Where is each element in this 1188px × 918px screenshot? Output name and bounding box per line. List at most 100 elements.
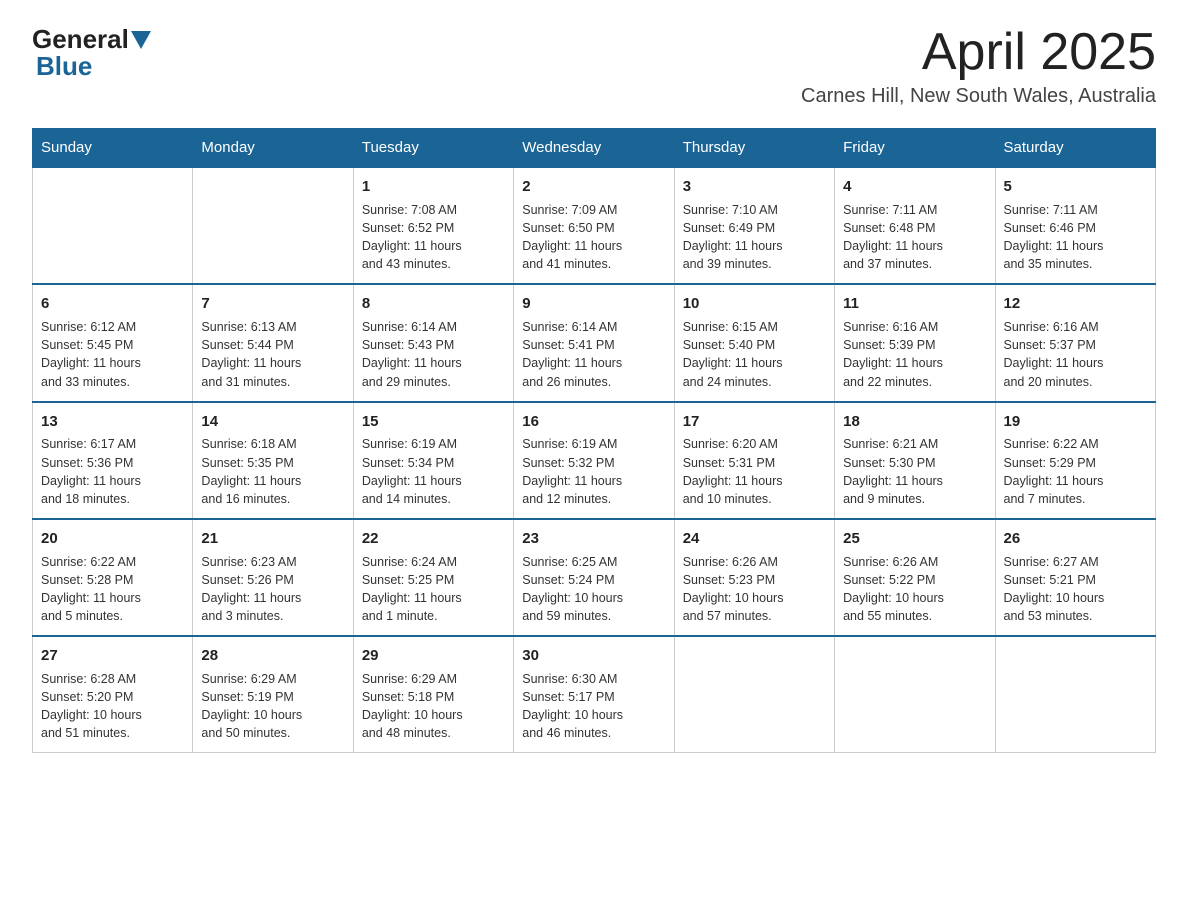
day-number: 29 xyxy=(362,645,505,667)
day-number: 16 xyxy=(522,411,665,433)
day-info: Sunrise: 7:10 AM Sunset: 6:49 PM Dayligh… xyxy=(683,201,826,274)
day-number: 25 xyxy=(843,528,986,550)
day-number: 17 xyxy=(683,411,826,433)
logo: General Blue xyxy=(32,24,153,82)
day-number: 9 xyxy=(522,293,665,315)
calendar-cell: 2 Sunrise: 7:09 AM Sunset: 6:50 PM Daylig… xyxy=(514,167,674,284)
calendar-body: 1 Sunrise: 7:08 AM Sunset: 6:52 PM Daylig… xyxy=(33,167,1156,753)
day-info: Sunrise: 6:18 AM Sunset: 5:35 PM Dayligh… xyxy=(201,435,344,508)
day-number: 4 xyxy=(843,176,986,198)
calendar-cell: 5 Sunrise: 7:11 AM Sunset: 6:46 PM Daylig… xyxy=(995,167,1155,284)
day-info: Sunrise: 6:12 AM Sunset: 5:45 PM Dayligh… xyxy=(41,318,184,391)
day-number: 12 xyxy=(1004,293,1147,315)
day-info: Sunrise: 6:14 AM Sunset: 5:41 PM Dayligh… xyxy=(522,318,665,391)
calendar-cell: 12 Sunrise: 6:16 AM Sunset: 5:37 PM Dayli… xyxy=(995,284,1155,401)
day-number: 6 xyxy=(41,293,184,315)
day-info: Sunrise: 6:22 AM Sunset: 5:29 PM Dayligh… xyxy=(1004,435,1147,508)
calendar-cell: 26 Sunrise: 6:27 AM Sunset: 5:21 PM Dayli… xyxy=(995,519,1155,636)
day-number: 1 xyxy=(362,176,505,198)
day-info: Sunrise: 6:21 AM Sunset: 5:30 PM Dayligh… xyxy=(843,435,986,508)
calendar-day-header: Thursday xyxy=(674,129,834,168)
logo-blue-text: Blue xyxy=(36,51,92,82)
calendar-cell: 14Sunrise: 6:18 AM Sunset: 5:35 PM Dayli… xyxy=(193,402,353,519)
calendar-week-row: 27 Sunrise: 6:28 AM Sunset: 5:20 PM Dayli… xyxy=(33,636,1156,753)
month-title: April 2025 xyxy=(801,24,1156,81)
calendar-day-header: Sunday xyxy=(33,129,193,168)
title-section: April 2025 Carnes Hill, New South Wales,… xyxy=(801,24,1156,108)
calendar-table: SundayMondayTuesdayWednesdayThursdayFrid… xyxy=(32,128,1156,753)
day-number: 21 xyxy=(201,528,344,550)
day-number: 23 xyxy=(522,528,665,550)
calendar-cell xyxy=(835,636,995,753)
calendar-cell: 4 Sunrise: 7:11 AM Sunset: 6:48 PM Daylig… xyxy=(835,167,995,284)
day-info: Sunrise: 6:30 AM Sunset: 5:17 PM Dayligh… xyxy=(522,670,665,743)
day-number: 5 xyxy=(1004,176,1147,198)
day-number: 28 xyxy=(201,645,344,667)
calendar-week-row: 20 Sunrise: 6:22 AM Sunset: 5:28 PM Dayli… xyxy=(33,519,1156,636)
day-info: Sunrise: 6:25 AM Sunset: 5:24 PM Dayligh… xyxy=(522,553,665,626)
calendar-day-header: Tuesday xyxy=(353,129,513,168)
calendar-cell: 27 Sunrise: 6:28 AM Sunset: 5:20 PM Dayli… xyxy=(33,636,193,753)
page-header: General Blue April 2025 Carnes Hill, New… xyxy=(32,24,1156,108)
day-info: Sunrise: 6:19 AM Sunset: 5:32 PM Dayligh… xyxy=(522,435,665,508)
day-info: Sunrise: 6:29 AM Sunset: 5:19 PM Dayligh… xyxy=(201,670,344,743)
day-number: 3 xyxy=(683,176,826,198)
day-info: Sunrise: 6:15 AM Sunset: 5:40 PM Dayligh… xyxy=(683,318,826,391)
day-number: 26 xyxy=(1004,528,1147,550)
day-info: Sunrise: 6:16 AM Sunset: 5:39 PM Dayligh… xyxy=(843,318,986,391)
calendar-cell: 3 Sunrise: 7:10 AM Sunset: 6:49 PM Daylig… xyxy=(674,167,834,284)
calendar-day-header: Saturday xyxy=(995,129,1155,168)
day-info: Sunrise: 7:11 AM Sunset: 6:48 PM Dayligh… xyxy=(843,201,986,274)
day-info: Sunrise: 7:09 AM Sunset: 6:50 PM Dayligh… xyxy=(522,201,665,274)
day-number: 7 xyxy=(201,293,344,315)
calendar-week-row: 1 Sunrise: 7:08 AM Sunset: 6:52 PM Daylig… xyxy=(33,167,1156,284)
day-number: 30 xyxy=(522,645,665,667)
calendar-cell xyxy=(33,167,193,284)
day-number: 8 xyxy=(362,293,505,315)
calendar-cell: 21 Sunrise: 6:23 AM Sunset: 5:26 PM Dayli… xyxy=(193,519,353,636)
calendar-cell: 6 Sunrise: 6:12 AM Sunset: 5:45 PM Daylig… xyxy=(33,284,193,401)
day-info: Sunrise: 6:17 AM Sunset: 5:36 PM Dayligh… xyxy=(41,435,184,508)
day-info: Sunrise: 6:13 AM Sunset: 5:44 PM Dayligh… xyxy=(201,318,344,391)
day-info: Sunrise: 6:16 AM Sunset: 5:37 PM Dayligh… xyxy=(1004,318,1147,391)
day-info: Sunrise: 6:26 AM Sunset: 5:22 PM Dayligh… xyxy=(843,553,986,626)
calendar-week-row: 13Sunrise: 6:17 AM Sunset: 5:36 PM Dayli… xyxy=(33,402,1156,519)
day-number: 11 xyxy=(843,293,986,315)
day-number: 18 xyxy=(843,411,986,433)
calendar-cell xyxy=(193,167,353,284)
calendar-cell: 28 Sunrise: 6:29 AM Sunset: 5:19 PM Dayli… xyxy=(193,636,353,753)
day-info: Sunrise: 6:23 AM Sunset: 5:26 PM Dayligh… xyxy=(201,553,344,626)
logo-triangle-icon xyxy=(131,31,151,49)
day-number: 13 xyxy=(41,411,184,433)
calendar-cell: 10 Sunrise: 6:15 AM Sunset: 5:40 PM Dayli… xyxy=(674,284,834,401)
calendar-cell: 22 Sunrise: 6:24 AM Sunset: 5:25 PM Dayli… xyxy=(353,519,513,636)
day-info: Sunrise: 7:11 AM Sunset: 6:46 PM Dayligh… xyxy=(1004,201,1147,274)
calendar-day-header: Monday xyxy=(193,129,353,168)
calendar-day-header: Wednesday xyxy=(514,129,674,168)
calendar-cell: 16Sunrise: 6:19 AM Sunset: 5:32 PM Dayli… xyxy=(514,402,674,519)
day-info: Sunrise: 6:27 AM Sunset: 5:21 PM Dayligh… xyxy=(1004,553,1147,626)
calendar-week-row: 6 Sunrise: 6:12 AM Sunset: 5:45 PM Daylig… xyxy=(33,284,1156,401)
day-number: 14 xyxy=(201,411,344,433)
day-info: Sunrise: 6:24 AM Sunset: 5:25 PM Dayligh… xyxy=(362,553,505,626)
day-number: 10 xyxy=(683,293,826,315)
calendar-cell: 1 Sunrise: 7:08 AM Sunset: 6:52 PM Daylig… xyxy=(353,167,513,284)
calendar-cell: 15Sunrise: 6:19 AM Sunset: 5:34 PM Dayli… xyxy=(353,402,513,519)
calendar-day-header: Friday xyxy=(835,129,995,168)
day-info: Sunrise: 6:20 AM Sunset: 5:31 PM Dayligh… xyxy=(683,435,826,508)
calendar-cell: 13Sunrise: 6:17 AM Sunset: 5:36 PM Dayli… xyxy=(33,402,193,519)
day-info: Sunrise: 6:28 AM Sunset: 5:20 PM Dayligh… xyxy=(41,670,184,743)
day-number: 22 xyxy=(362,528,505,550)
calendar-cell xyxy=(995,636,1155,753)
calendar-cell: 20 Sunrise: 6:22 AM Sunset: 5:28 PM Dayli… xyxy=(33,519,193,636)
day-number: 2 xyxy=(522,176,665,198)
day-info: Sunrise: 6:22 AM Sunset: 5:28 PM Dayligh… xyxy=(41,553,184,626)
calendar-header-row: SundayMondayTuesdayWednesdayThursdayFrid… xyxy=(33,129,1156,168)
calendar-cell: 18Sunrise: 6:21 AM Sunset: 5:30 PM Dayli… xyxy=(835,402,995,519)
day-number: 27 xyxy=(41,645,184,667)
calendar-cell: 23 Sunrise: 6:25 AM Sunset: 5:24 PM Dayli… xyxy=(514,519,674,636)
calendar-cell: 17Sunrise: 6:20 AM Sunset: 5:31 PM Dayli… xyxy=(674,402,834,519)
day-info: Sunrise: 6:14 AM Sunset: 5:43 PM Dayligh… xyxy=(362,318,505,391)
day-number: 20 xyxy=(41,528,184,550)
day-info: Sunrise: 7:08 AM Sunset: 6:52 PM Dayligh… xyxy=(362,201,505,274)
